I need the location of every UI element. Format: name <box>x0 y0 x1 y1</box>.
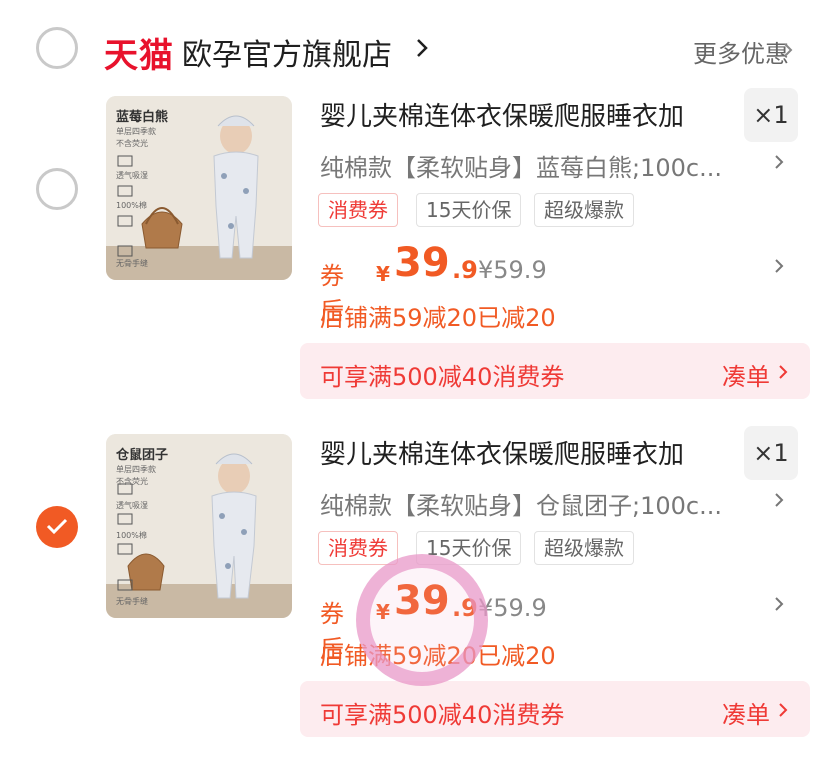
price-integer: 39 <box>394 240 450 286</box>
thumbnail-feature: 单层四季款 <box>116 127 156 136</box>
quantity-box[interactable]: ×1 <box>744 426 798 480</box>
thumbnail-feature: 不含荧光 <box>116 139 148 148</box>
thumbnail-feature: 无骨手缝 <box>116 259 148 268</box>
checkmark-icon <box>46 518 68 535</box>
tag-price-protection: 15天价保 <box>416 193 522 227</box>
thumbnail-feature: 不含荧光 <box>116 477 148 486</box>
quantity-box[interactable]: ×1 <box>744 88 798 142</box>
thumbnail-feature: 100%棉 <box>116 531 147 540</box>
tag-consumer-coupon: 消费券 <box>318 193 398 227</box>
product-title[interactable]: 婴儿夹棉连体衣保暖爬服睡衣加 <box>320 96 730 133</box>
item-select-radio[interactable] <box>36 168 78 210</box>
tag-hot-seller: 超级爆款 <box>534 193 634 227</box>
item-select-radio[interactable] <box>36 506 78 548</box>
currency-symbol: ¥ <box>376 262 390 286</box>
original-price: ¥59.9 <box>478 256 547 284</box>
product-spec[interactable]: 纯棉款【柔软贴身】蓝莓白熊;100c... <box>320 148 752 183</box>
tag-consumer-coupon: 消费券 <box>318 531 398 565</box>
tag-hot-seller: 超级爆款 <box>534 531 634 565</box>
coupon-banner-text: 可享满500减40消费券 <box>320 701 565 729</box>
touch-indicator <box>356 554 488 686</box>
add-items-button[interactable]: 凑单 <box>722 695 770 730</box>
price-decimal: .9 <box>452 256 478 284</box>
product-spec[interactable]: 纯棉款【柔软贴身】仓鼠团子;100c... <box>320 486 752 521</box>
chevron-right-icon[interactable] <box>774 596 784 612</box>
store-discount-text: 店铺满59减20已减20 <box>320 304 556 332</box>
chevron-right-icon[interactable] <box>778 702 788 718</box>
coupon-banner[interactable]: 可享满500减40消费券 凑单 <box>300 681 810 737</box>
thumbnail-feature: 无骨手缝 <box>116 597 148 606</box>
product-thumbnail[interactable]: 仓鼠团子 单层四季款 不含荧光 透气吸湿 100%棉 无骨手缝 <box>106 434 292 618</box>
original-price: ¥59.9 <box>478 594 547 622</box>
product-thumbnail[interactable]: 蓝莓白熊 单层四季款 不含荧光 透气吸湿 100%棉 无骨手缝 <box>106 96 292 280</box>
product-title[interactable]: 婴儿夹棉连体衣保暖爬服睡衣加 <box>320 434 730 471</box>
cart-item: 蓝莓白熊 单层四季款 不含荧光 透气吸湿 100%棉 无骨手缝 婴儿夹棉连体衣保… <box>0 0 823 399</box>
thumbnail-label: 蓝莓白熊 <box>116 110 169 125</box>
thumbnail-label: 仓鼠团子 <box>116 448 169 463</box>
chevron-right-icon[interactable] <box>774 492 784 508</box>
thumbnail-feature: 透气吸湿 <box>116 171 148 180</box>
chevron-right-icon[interactable] <box>774 258 784 274</box>
thumbnail-feature: 单层四季款 <box>116 465 156 474</box>
thumbnail-feature: 100%棉 <box>116 201 147 210</box>
chevron-right-icon[interactable] <box>774 154 784 170</box>
thumbnail-feature: 透气吸湿 <box>116 501 148 510</box>
